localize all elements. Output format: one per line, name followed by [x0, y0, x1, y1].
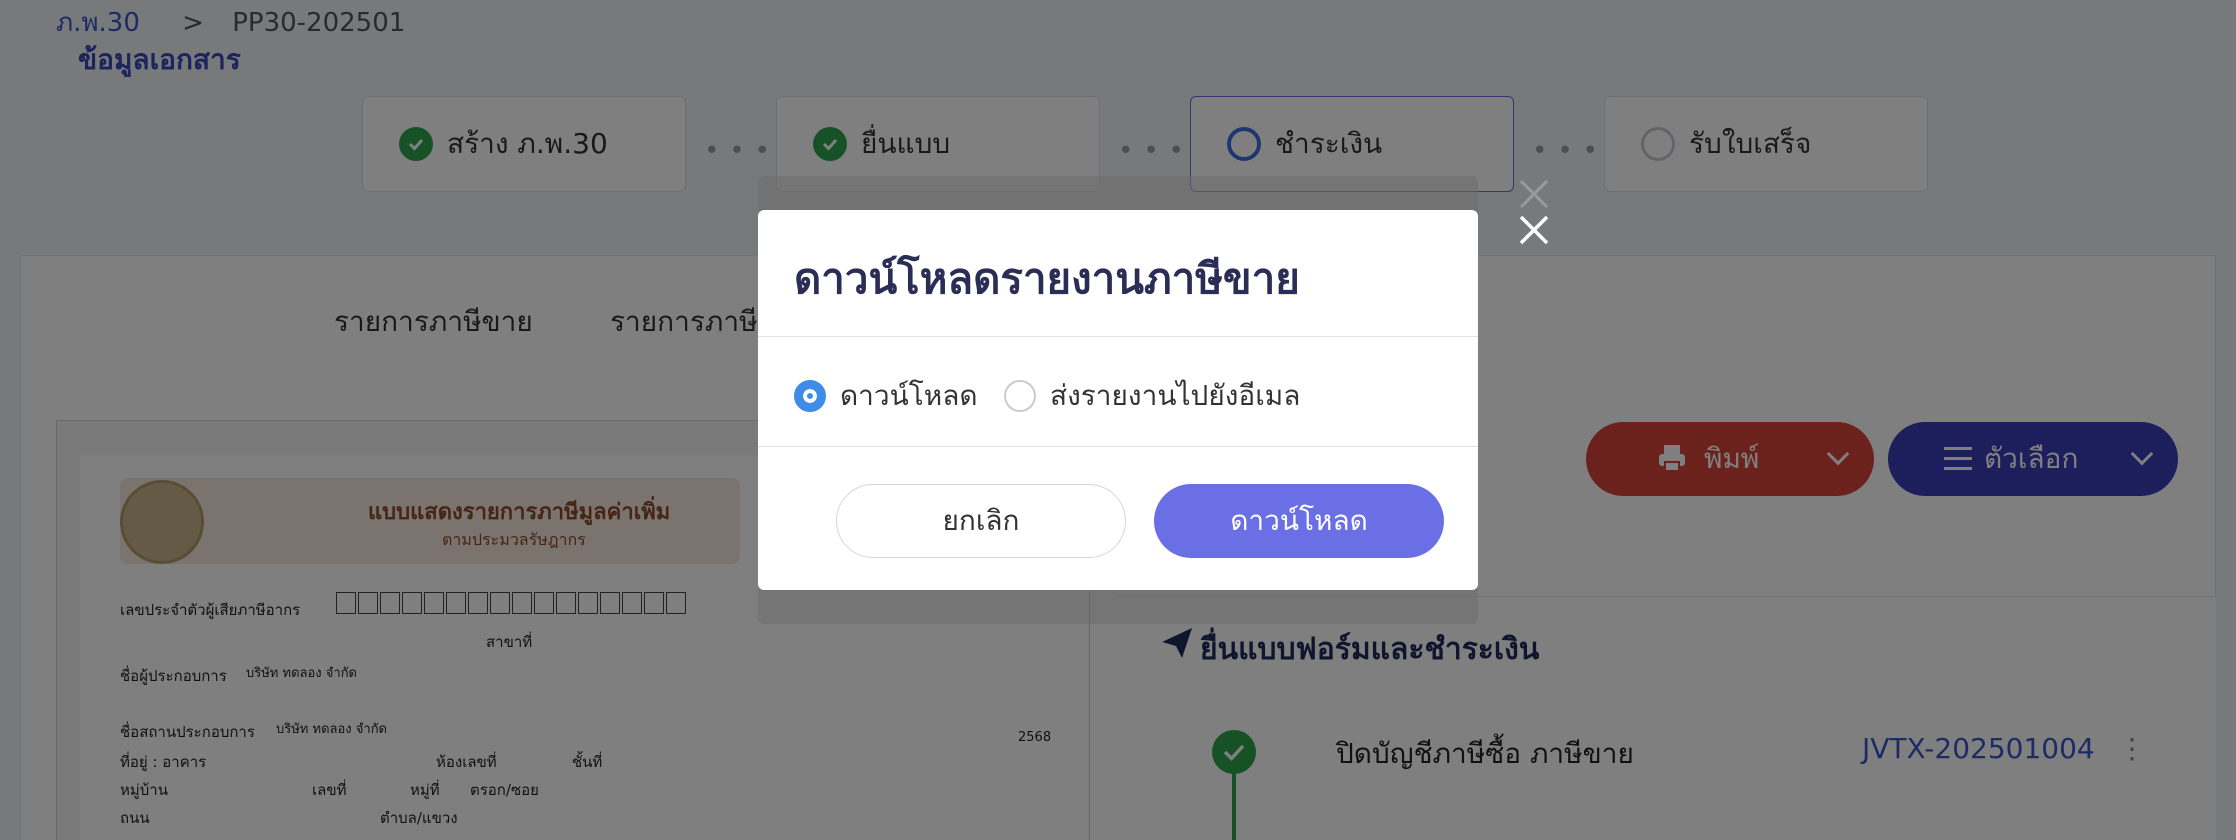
divider [758, 446, 1478, 447]
option-send-email[interactable]: ส่งรายงานไปยังอีเมล [1004, 374, 1300, 418]
option-send-email-label: ส่งรายงานไปยังอีเมล [1050, 379, 1301, 412]
divider [758, 336, 1478, 337]
close-icon[interactable] [1518, 214, 1550, 246]
radio-unchecked-icon[interactable] [1004, 380, 1036, 412]
option-download-label: ดาวน์โหลด [840, 379, 978, 412]
radio-checked-icon[interactable] [794, 380, 826, 412]
download-button[interactable]: ดาวน์โหลด [1154, 484, 1444, 558]
option-download[interactable]: ดาวน์โหลด [794, 374, 978, 418]
cancel-button[interactable]: ยกเลิก [836, 484, 1126, 558]
modal-title: ดาวน์โหลดรายงานภาษีขาย [794, 254, 1300, 303]
close-icon [1519, 179, 1549, 209]
download-report-modal: ดาวน์โหลดรายงานภาษีขาย ดาวน์โหลด ส่งรายง… [758, 210, 1478, 590]
